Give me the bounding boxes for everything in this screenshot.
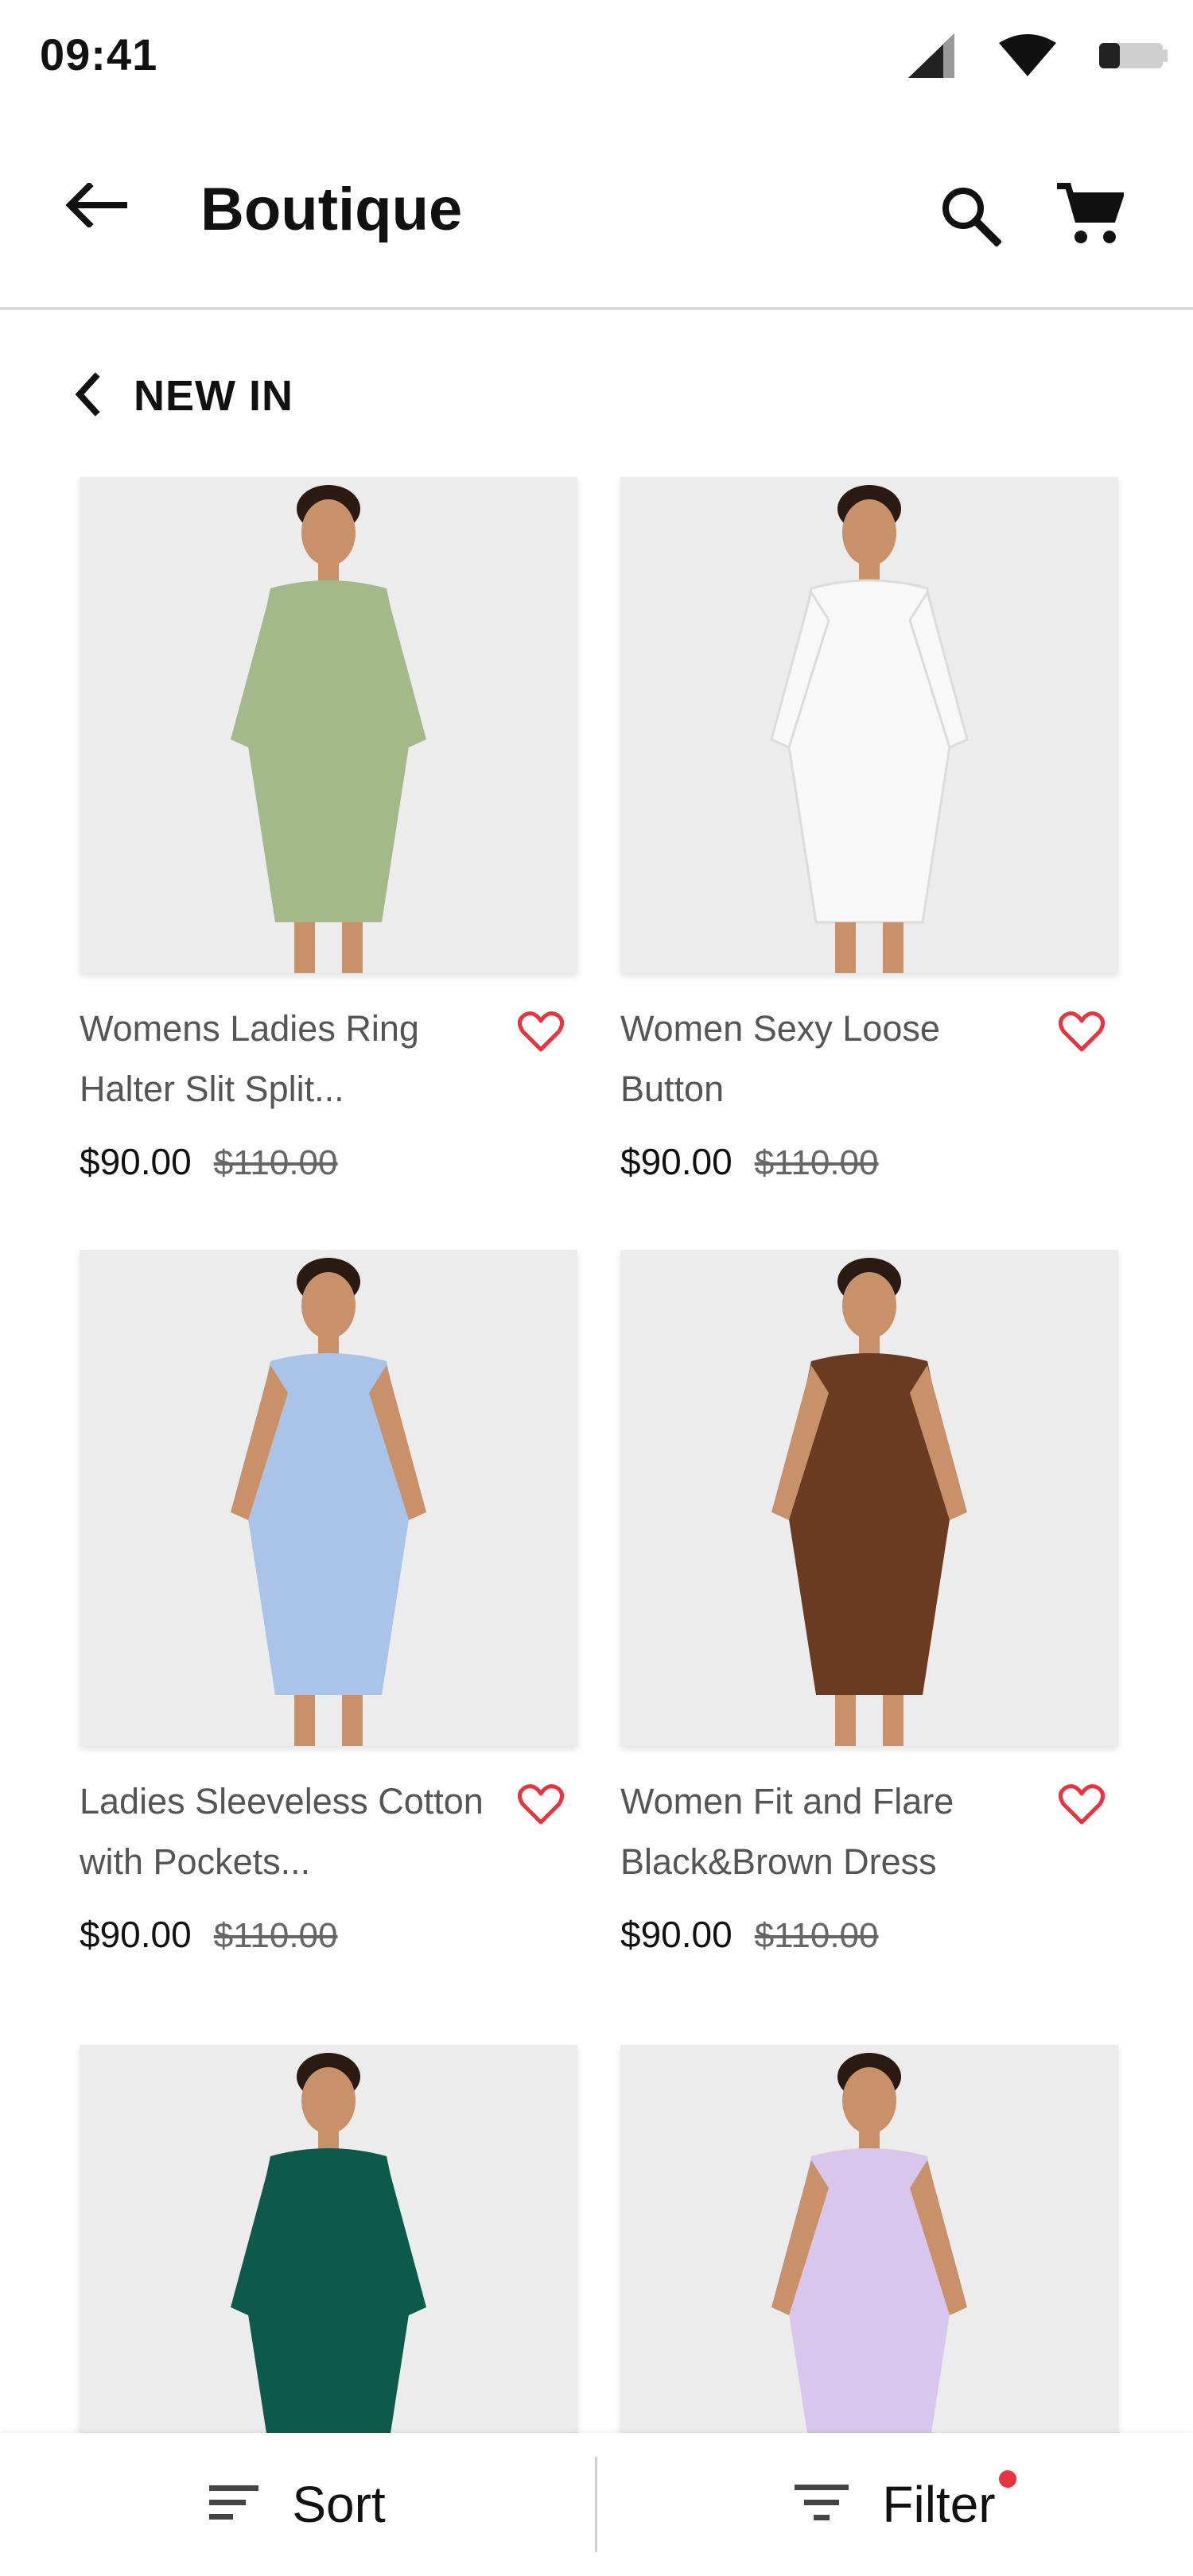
sale-price: $90.00	[80, 1914, 192, 1955]
sale-price: $90.00	[80, 1141, 192, 1182]
arrow-left-icon	[64, 180, 127, 231]
filter-icon	[795, 2483, 850, 2527]
product-card[interactable]: Women Fit and Flare Black&Brown Dress $90…	[620, 1250, 1118, 1955]
product-image[interactable]	[80, 1250, 577, 1746]
heart-outline-icon	[1059, 1783, 1105, 1829]
product-card[interactable]: Womens Ladies Ring Halter Slit Split... $…	[80, 477, 577, 1182]
heart-outline-icon	[1059, 1011, 1105, 1057]
filter-badge	[998, 2470, 1016, 2488]
product-name[interactable]: Women Fit and Flare Black&Brown Dress	[620, 1771, 1034, 1892]
original-price: $110.00	[754, 1916, 879, 1955]
product-image-figure	[80, 477, 577, 973]
favorite-button[interactable]	[509, 1778, 573, 1835]
cart-button[interactable]	[1042, 172, 1137, 259]
status-time: 09:41	[40, 29, 158, 80]
favorite-button[interactable]	[509, 1005, 573, 1062]
heart-outline-icon	[518, 1011, 564, 1057]
product-image[interactable]	[80, 477, 577, 973]
product-name[interactable]: Women Sexy Loose Button	[620, 999, 1034, 1119]
cart-icon	[1055, 181, 1125, 250]
product-image[interactable]	[620, 1250, 1118, 1746]
original-price: $110.00	[754, 1143, 879, 1182]
section-title: NEW IN	[134, 372, 293, 420]
price-row: $90.00 $110.00	[80, 1140, 338, 1183]
sale-price: $90.00	[620, 1141, 733, 1182]
filter-button[interactable]: Filter	[597, 2433, 1193, 2576]
chevron-left-icon	[72, 371, 102, 421]
search-button[interactable]	[927, 173, 1014, 261]
filter-label-text: Filter	[882, 2476, 996, 2533]
wifi-icon	[997, 33, 1058, 78]
battery-icon	[1098, 38, 1169, 73]
sort-button[interactable]: Sort	[0, 2433, 595, 2576]
sort-icon	[209, 2484, 260, 2526]
product-image[interactable]	[620, 477, 1118, 973]
filter-label: Filter	[882, 2470, 1016, 2534]
signal-icon	[907, 32, 958, 80]
favorite-button[interactable]	[1050, 1778, 1113, 1835]
favorite-button[interactable]	[1050, 1005, 1113, 1062]
back-button[interactable]	[56, 167, 135, 246]
product-image-figure	[620, 477, 1118, 973]
product-card[interactable]: Ladies Sleeveless Cotton with Pockets...…	[80, 1250, 577, 1955]
status-icons	[907, 27, 1169, 84]
status-bar: 09:41	[0, 0, 1193, 111]
price-row: $90.00 $110.00	[80, 1913, 338, 1956]
product-image-figure	[620, 1250, 1118, 1746]
sort-label: Sort	[292, 2476, 386, 2533]
app-bar: Boutique	[0, 127, 1193, 310]
search-icon	[939, 184, 1003, 250]
product-name[interactable]: Womens Ladies Ring Halter Slit Split...	[80, 999, 493, 1119]
original-price: $110.00	[213, 1916, 338, 1955]
price-row: $90.00 $110.00	[620, 1140, 879, 1183]
bottom-bar: Sort Filter	[0, 2433, 1193, 2576]
product-card[interactable]: Women Sexy Loose Button $90.00 $110.00	[620, 477, 1118, 1182]
original-price: $110.00	[213, 1143, 338, 1182]
page-title: Boutique	[200, 176, 463, 243]
heart-outline-icon	[518, 1783, 564, 1829]
product-image-figure	[80, 1250, 577, 1746]
section-header[interactable]: NEW IN	[72, 364, 293, 428]
product-name[interactable]: Ladies Sleeveless Cotton with Pockets...	[80, 1771, 493, 1892]
sale-price: $90.00	[620, 1914, 733, 1955]
price-row: $90.00 $110.00	[620, 1913, 879, 1956]
